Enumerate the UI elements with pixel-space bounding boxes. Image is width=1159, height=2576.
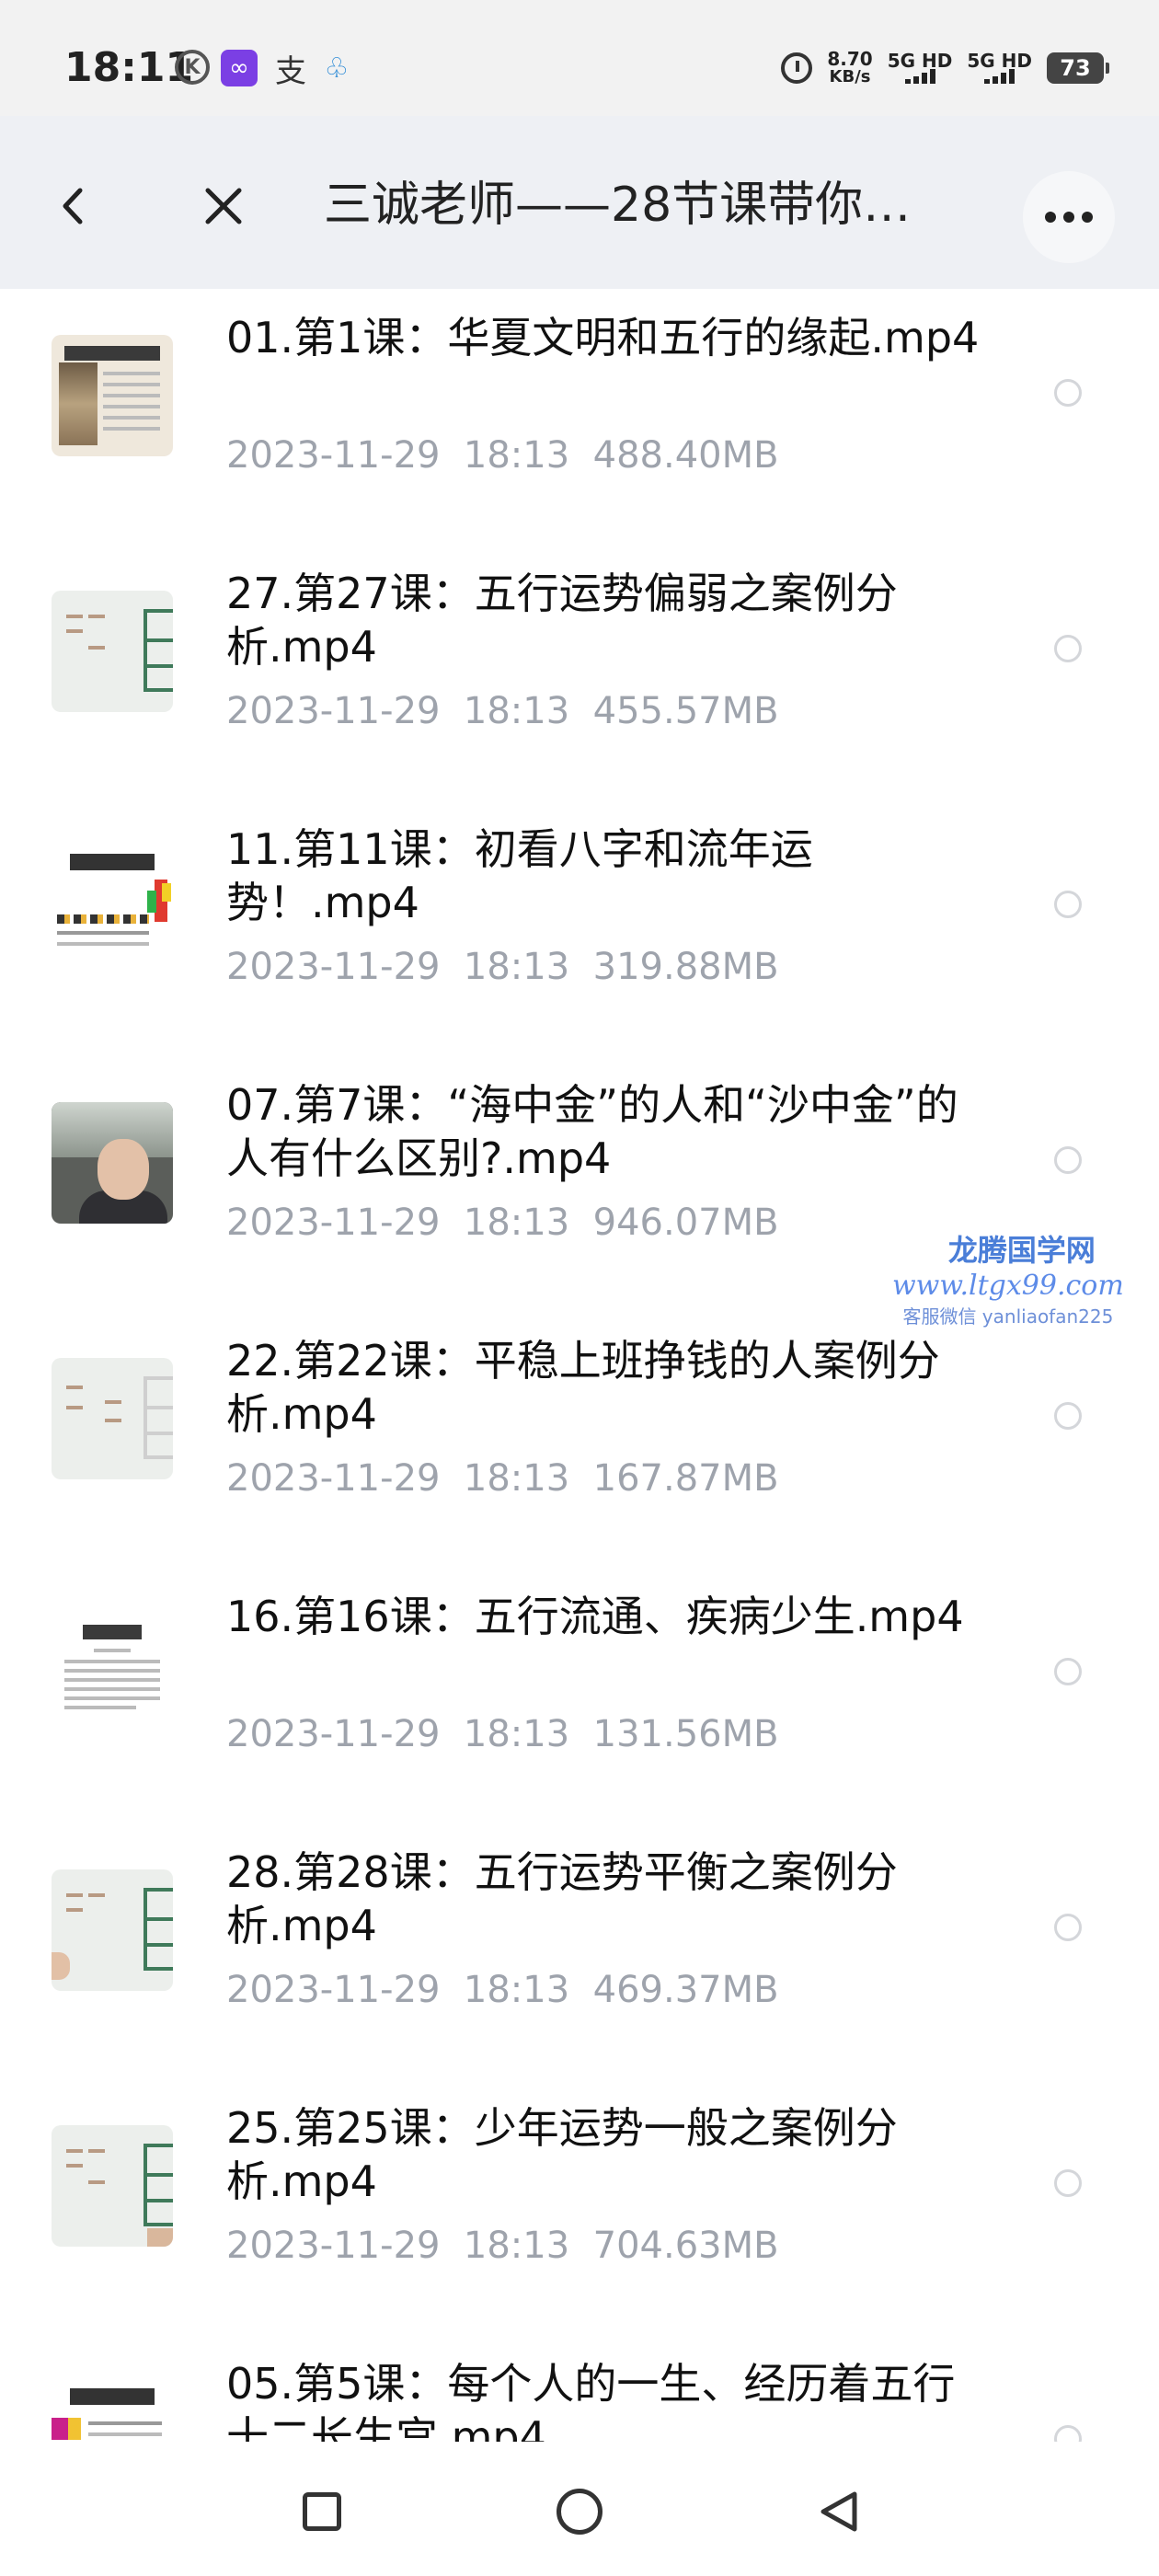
file-name: 05.第5课：每个人的一生、经历着五行十二长生宫.mp4 (226, 2359, 956, 2442)
file-thumbnail (52, 591, 173, 712)
battery-level: 73 (1060, 55, 1091, 81)
select-radio[interactable] (1054, 1146, 1082, 1174)
file-name: 28.第28课：五行运势平衡之案例分析.mp4 (226, 1847, 898, 1950)
nav-back-button[interactable] (806, 2478, 872, 2545)
file-list: 01.第1课：华夏文明和五行的缘起.mp4 2023-11-29 18:13 4… (0, 289, 1159, 2442)
file-meta: 2023-11-29 18:13 131.56MB (226, 1713, 779, 1755)
loop-app-icon: ∞ (221, 50, 258, 86)
signal-icon-2: 5G HD (967, 52, 1032, 84)
net-speed-value: 8.70 (827, 48, 873, 70)
net-speed-unit: KB/s (829, 67, 871, 86)
select-radio[interactable] (1054, 891, 1082, 918)
zhi-icon: 支 (275, 52, 306, 90)
watermark-contact: 客服微信 yanliaofan225 (902, 1305, 1114, 1328)
file-meta: 2023-11-29 18:13 319.88MB (226, 946, 779, 988)
file-thumbnail (52, 335, 173, 456)
system-nav-bar (0, 2442, 1159, 2576)
file-meta: 2023-11-29 18:13 488.40MB (226, 434, 779, 477)
select-radio[interactable] (1054, 1914, 1082, 1941)
back-button[interactable] (37, 169, 110, 243)
file-thumbnail (52, 1869, 173, 1991)
status-right-group: 8.70 KB/s 5G HD 5G HD 73 (781, 46, 1109, 90)
file-thumbnail (52, 1358, 173, 1479)
file-thumbnail (52, 2125, 173, 2247)
sim2-label: 5G HD (967, 50, 1032, 72)
file-meta: 2023-11-29 18:13 469.37MB (226, 1969, 779, 2011)
square-icon (303, 2492, 341, 2531)
file-meta: 2023-11-29 18:13 455.57MB (226, 690, 779, 732)
list-item[interactable]: 27.第27课：五行运势偏弱之案例分析.mp4 2023-11-29 18:13… (0, 545, 1159, 800)
k-circle-icon: K (175, 50, 210, 85)
watermark-title: 龙腾国学网 (947, 1233, 1096, 1268)
list-item[interactable]: 01.第1课：华夏文明和五行的缘起.mp4 2023-11-29 18:13 4… (0, 289, 1159, 545)
file-thumbnail (52, 846, 173, 968)
select-radio[interactable] (1054, 635, 1082, 662)
close-button[interactable] (187, 169, 260, 243)
file-name: 25.第25课：少年运势一般之案例分析.mp4 (226, 2103, 898, 2206)
select-radio[interactable] (1054, 1402, 1082, 1430)
file-name: 27.第27课：五行运势偏弱之案例分析.mp4 (226, 569, 898, 672)
sim1-label: 5G HD (887, 50, 953, 72)
status-bar: 18:11 K ∞ 支 ♧ 8.70 KB/s 5G HD 5G HD 73 (0, 0, 1159, 116)
list-item[interactable]: 16.第16课：五行流通、疾病少生.mp4 2023-11-29 18:13 1… (0, 1568, 1159, 1823)
signal-icon: 5G HD (887, 50, 953, 84)
battery-icon: 73 (1047, 52, 1109, 84)
list-item[interactable]: 22.第22课：平稳上班挣钱的人案例分析.mp4 2023-11-29 18:1… (0, 1312, 1159, 1568)
app-header: 三诚老师——28节课带你… (0, 116, 1159, 289)
watermark-url: www.ltgx99.com (892, 1270, 1124, 1302)
circle-icon (557, 2489, 602, 2535)
alarm-icon (781, 52, 813, 84)
triangle-back-icon (820, 2491, 857, 2532)
file-thumbnail (52, 1102, 173, 1224)
select-radio[interactable] (1054, 2169, 1082, 2197)
net-speed: 8.70 KB/s (827, 50, 872, 86)
select-radio[interactable] (1054, 379, 1082, 407)
close-icon (205, 188, 242, 224)
file-meta: 2023-11-29 18:13 704.63MB (226, 2225, 779, 2267)
list-item[interactable]: 11.第11课：初看八字和流年运势！.mp4 2023-11-29 18:13 … (0, 800, 1159, 1056)
file-name: 07.第7课：“海中金”的人和“沙中金”的人有什么区别?.mp4 (226, 1080, 958, 1183)
clover-icon: ♧ (324, 52, 350, 85)
select-radio[interactable] (1054, 1658, 1082, 1685)
file-meta: 2023-11-29 18:13 946.07MB (226, 1202, 779, 1244)
more-dots-icon (1045, 212, 1056, 223)
chevron-left-icon (63, 188, 83, 224)
watermark: 龙腾国学网 www.ltgx99.com 客服微信 yanliaofan225 (892, 1227, 1124, 1328)
list-item[interactable]: 28.第28课：五行运势平衡之案例分析.mp4 2023-11-29 18:13… (0, 1823, 1159, 2079)
home-button[interactable] (546, 2478, 613, 2545)
file-name: 22.第22课：平稳上班挣钱的人案例分析.mp4 (226, 1336, 940, 1439)
file-name: 11.第11课：初看八字和流年运势！.mp4 (226, 824, 813, 927)
list-item[interactable]: 25.第25课：少年运势一般之案例分析.mp4 2023-11-29 18:13… (0, 2079, 1159, 2335)
page-title: 三诚老师——28节课带你… (324, 178, 912, 233)
recent-apps-button[interactable] (289, 2478, 355, 2545)
select-radio[interactable] (1054, 2425, 1082, 2442)
file-thumbnail (52, 2381, 173, 2442)
file-name: 01.第1课：华夏文明和五行的缘起.mp4 (226, 313, 980, 362)
list-item[interactable]: 05.第5课：每个人的一生、经历着五行十二长生宫.mp4 (0, 2335, 1159, 2442)
file-name: 16.第16课：五行流通、疾病少生.mp4 (226, 1592, 964, 1641)
more-button[interactable] (1023, 171, 1115, 263)
file-thumbnail (52, 1614, 173, 1735)
file-meta: 2023-11-29 18:13 167.87MB (226, 1457, 779, 1500)
